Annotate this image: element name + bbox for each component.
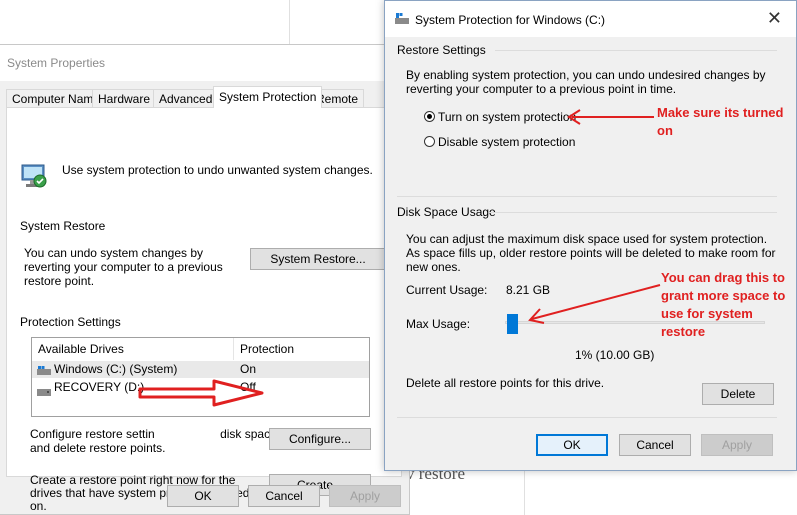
delete-description: Delete all restore points for this drive… [406,376,605,390]
drive-title-icon [395,13,409,25]
system-restore-button[interactable]: System Restore... [250,248,386,270]
protection-settings-heading: Protection Settings [20,315,121,329]
configure-text-start: Configure restore settin [30,427,155,441]
radio-turn-on[interactable] [424,111,435,122]
column-header-protection[interactable]: Protection [234,338,369,360]
max-usage-slider-thumb[interactable] [507,314,519,334]
cancel-button[interactable]: Cancel [248,485,320,507]
window-title: System Properties [7,56,106,70]
apply-button: Apply [329,485,401,507]
configure-button[interactable]: Configure... [269,428,371,450]
windows-drive-icon [37,364,51,375]
dialog-titlebar[interactable]: System Protection for Windows (C:) ✕ [385,1,796,37]
radio-disable[interactable] [424,136,435,147]
system-restore-description: You can undo system changes by reverting… [24,246,223,288]
annotation-arrow-configure [138,379,264,407]
system-protection-dialog: System Protection for Windows (C:) ✕ Res… [384,0,797,471]
column-header-drives[interactable]: Available Drives [32,338,234,360]
configure-description-line2: and delete restore points. [30,441,166,455]
max-usage-value: 1% (10.00 GB) [575,348,655,362]
current-usage-label: Current Usage: [406,283,488,297]
annotation-note-slider: You can drag this to grant more space to… [661,270,786,339]
tab-hardware[interactable]: Hardware [92,89,157,107]
system-protection-panel: Use system protection to undo unwanted s… [6,107,402,513]
drive-name: Windows (C:) (System) [54,362,178,376]
divider [495,50,777,51]
titlebar[interactable]: System Properties [0,45,409,81]
system-restore-heading: System Restore [20,219,106,233]
apply-button: Apply [701,434,773,456]
restore-settings-description: By enabling system protection, you can u… [406,68,766,96]
dialog-title: System Protection for Windows (C:) [415,13,606,27]
divider [489,212,777,213]
drive-icon [37,384,51,396]
background-divider [524,471,525,515]
tab-system-protection[interactable]: System Protection [213,86,323,108]
system-properties-window: System Properties Computer Name Hardware… [0,44,410,515]
computer-shield-icon [19,161,49,191]
divider [397,417,777,418]
annotation-note-turn-on: Make sure its turned on [657,105,784,138]
ok-button[interactable]: OK [167,485,239,507]
restore-settings-heading: Restore Settings [397,43,486,57]
intro-text: Use system protection to undo unwanted s… [62,163,373,177]
configure-description: Configure restore settin disk space, [30,427,280,441]
table-row[interactable]: Windows (C:) (System) On [32,361,369,378]
delete-button[interactable]: Delete [702,383,774,405]
radio-disable-label[interactable]: Disable system protection [438,135,575,149]
cancel-button[interactable]: Cancel [619,434,691,456]
drive-name: RECOVERY (D:) [54,380,145,394]
max-usage-label: Max Usage: [406,317,471,331]
close-icon[interactable]: ✕ [767,9,782,27]
tab-advanced[interactable]: Advanced [153,89,219,107]
disk-space-heading: Disk Space Usage [397,205,496,219]
radio-turn-on-label[interactable]: Turn on system protection [438,110,576,124]
annotation-arrow-turn-on [567,109,654,125]
annotation-arrow-slider [528,284,661,324]
ok-button[interactable]: OK [536,434,608,456]
disk-space-description: You can adjust the maximum disk space us… [406,232,776,274]
background-divider [289,0,290,44]
divider [397,196,777,197]
drive-protection: On [240,362,257,376]
